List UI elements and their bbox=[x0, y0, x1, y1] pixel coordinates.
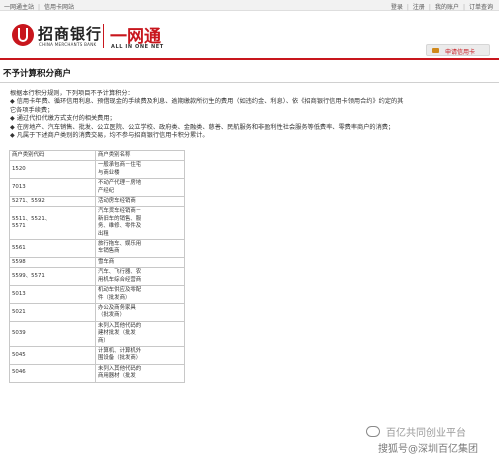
merchant-name-line: 一般承包商－住宅 bbox=[98, 162, 142, 169]
watermark-line1: 百亿共同创业平台 bbox=[386, 428, 466, 439]
intro-line: 它各项手续费； bbox=[10, 106, 54, 114]
link-register[interactable]: 注册 bbox=[413, 4, 425, 11]
merchant-name: 汽车、飞行器、农 用机车综合经营商 bbox=[95, 267, 185, 287]
merchant-category-table: 商户类别代码 商户类别名称 1520 一般承包商－住宅 与商业楼 7013 不动产代理－… bbox=[9, 149, 185, 383]
top-bar: 一网通主站 | 信用卡网站 登录 | 注册 | 我的账户 | 订单查询 bbox=[0, 0, 499, 11]
table-row: 5039 未列入其他代码的 建材批发（批发 商） bbox=[9, 320, 185, 347]
table-row: 5013 机动车供应及零配 件（批发商） bbox=[9, 285, 185, 304]
merchant-code: 5045 bbox=[9, 345, 96, 365]
title-divider bbox=[0, 82, 499, 83]
merchant-code: 5046 bbox=[9, 363, 96, 383]
merchant-name: 办公及商务家具 （批发商） bbox=[95, 302, 185, 322]
merchant-name: 不动产代理－房地 产经纪 bbox=[95, 178, 185, 198]
merchant-name-line: 与商业楼 bbox=[98, 169, 120, 176]
intro-line: ◆ 通过代扣代缴方式支付的相关费用； bbox=[10, 115, 116, 123]
merchant-code: 5561 bbox=[9, 239, 96, 258]
merchant-name-line: 商） bbox=[98, 337, 109, 344]
merchant-name-line: 出租 bbox=[98, 230, 109, 237]
merchant-name-line: 汽车、飞行器、农 bbox=[98, 269, 142, 276]
table-header-row: 商户类别代码 商户类别名称 bbox=[9, 149, 185, 162]
link-main-site[interactable]: 一网通主站 bbox=[4, 4, 34, 11]
merchant-name-line: 用机车综合经营商 bbox=[98, 276, 142, 283]
intro-line: ◆ 凡属于下述商户类别的消费交易，均不参与招商银行信用卡积分累计。 bbox=[10, 132, 209, 140]
merchant-name: 活动房车经销商 bbox=[95, 196, 185, 208]
bank-name: 招商银行 bbox=[38, 25, 103, 43]
link-order-query[interactable]: 订单查询 bbox=[469, 4, 493, 11]
header-name: 商户类别名称 bbox=[95, 149, 185, 162]
merchant-code: 5021 bbox=[9, 302, 96, 322]
merchant-name: 机动车供应及零配 件（批发商） bbox=[95, 285, 185, 304]
merchant-name: 一般承包商－住宅 与商业楼 bbox=[95, 160, 185, 180]
cmb-logo-icon[interactable] bbox=[12, 24, 34, 46]
merchant-name: 雪车商 bbox=[95, 256, 185, 269]
credit-card-icon bbox=[432, 48, 439, 53]
table-row: 5021 办公及商务家具 （批发商） bbox=[9, 302, 185, 322]
merchant-name-line: 产经纪 bbox=[98, 187, 115, 194]
header-code: 商户类别代码 bbox=[9, 149, 96, 162]
merchant-code: 5039 bbox=[9, 320, 96, 347]
merchant-name-line: 机动车供应及零配 bbox=[98, 287, 142, 294]
intro-text: 根据本行积分规则，下列项目不予计算积分： ◆ 信用卡年费、循环信用利息、预借现金… bbox=[10, 90, 492, 140]
intro-line: ◆ 在房地产、汽车销售、批发、公立医院、公立学校、政府类、金融类、慈善、民航服务… bbox=[10, 123, 395, 131]
apply-button-label: 申请信用卡 bbox=[445, 49, 476, 56]
table-row: 1520 一般承包商－住宅 与商业楼 bbox=[9, 160, 185, 180]
merchant-name-line: 件（批发商） bbox=[98, 294, 131, 301]
merchant-name-line: 车销售商 bbox=[98, 248, 120, 255]
table-row: 5271、5592 活动房车经销商 bbox=[9, 196, 185, 208]
bank-name-en: CHINA MERCHANTS BANK bbox=[39, 42, 97, 47]
table-row: 5598 雪车商 bbox=[9, 256, 185, 269]
merchant-code: 1520 bbox=[9, 160, 96, 180]
top-left-links: 一网通主站 | 信用卡网站 bbox=[4, 4, 75, 11]
wechat-icon bbox=[366, 426, 380, 437]
table-row: 5511、5521、 5571 汽车货车经销商－ 新旧车的销售、服 务、维修、零件及出… bbox=[9, 206, 185, 241]
header-divider bbox=[103, 24, 104, 48]
table-row: 5046 未列入其他代码的 商用器材（批发 bbox=[9, 363, 185, 383]
merchant-name-line: 活动房车经销商 bbox=[98, 198, 136, 205]
watermark: 百亿共同创业平台 搜狐号@深圳百亿集团 bbox=[366, 424, 496, 458]
merchant-code: 7013 bbox=[9, 178, 96, 198]
site-header: 招商银行 CHINA MERCHANTS BANK 一网通 ALL IN ONE… bbox=[0, 12, 499, 58]
merchant-name: 未列入其他代码的 建材批发（批发 商） bbox=[95, 320, 185, 347]
table-row: 5599、5571 汽车、飞行器、农 用机车综合经营商 bbox=[9, 267, 185, 287]
merchant-name-line: （批发商） bbox=[98, 312, 125, 319]
top-right-links: 登录 | 注册 | 我的账户 | 订单查询 bbox=[390, 4, 493, 11]
merchant-code: 5511、5521、 5571 bbox=[9, 206, 96, 241]
header-red-rule bbox=[0, 58, 499, 60]
merchant-name-line: 不动产代理－房地 bbox=[98, 180, 142, 187]
table-body: 1520 一般承包商－住宅 与商业楼 7013 不动产代理－房地 产经纪 5271、5592… bbox=[9, 160, 185, 383]
link-credit-card-site[interactable]: 信用卡网站 bbox=[44, 4, 74, 11]
intro-line: ◆ 信用卡年费、循环信用利息、预借现金的手续费及利息、逾期缴款所衍生的费用（如违… bbox=[10, 98, 404, 106]
merchant-code: 5271、5592 bbox=[9, 196, 96, 208]
page-title: 不予计算积分商户 bbox=[3, 69, 72, 79]
link-login[interactable]: 登录 bbox=[391, 4, 403, 11]
net-name-en: ALL IN ONE NET bbox=[111, 44, 164, 50]
merchant-name: 未列入其他代码的 商用器材（批发 bbox=[95, 363, 185, 383]
link-my-account[interactable]: 我的账户 bbox=[435, 4, 459, 11]
merchant-name-line: 围设备（批发商） bbox=[98, 355, 142, 362]
merchant-name-line: 务、维修、零件及 bbox=[98, 223, 142, 230]
merchant-name-line: 商用器材（批发 bbox=[98, 373, 136, 380]
table-row: 7013 不动产代理－房地 产经纪 bbox=[9, 178, 185, 198]
merchant-name: 计算机、计算机外 围设备（批发商） bbox=[95, 345, 185, 365]
merchant-name: 汽车货车经销商－ 新旧车的销售、服 务、维修、零件及 出租 bbox=[95, 206, 185, 241]
merchant-name-line: 未列入其他代码的 bbox=[98, 322, 142, 329]
merchant-name-line: 建材批发（批发 bbox=[98, 330, 136, 337]
merchant-code: 5013 bbox=[9, 285, 96, 304]
merchant-name: 旅行拖车、娱乐用 车销售商 bbox=[95, 239, 185, 258]
watermark-line2: 搜狐号@深圳百亿集团 bbox=[378, 444, 478, 455]
table-row: 5045 计算机、计算机外 围设备（批发商） bbox=[9, 345, 185, 365]
table-row: 5561 旅行拖车、娱乐用 车销售商 bbox=[9, 239, 185, 258]
merchant-name-line: 雪车商 bbox=[98, 258, 115, 265]
apply-credit-card-button[interactable]: 申请信用卡 bbox=[426, 44, 490, 56]
merchant-name-line: 汽车货车经销商－ bbox=[98, 208, 142, 215]
merchant-code: 5598 bbox=[9, 256, 96, 269]
merchant-code: 5599、5571 bbox=[9, 267, 96, 287]
